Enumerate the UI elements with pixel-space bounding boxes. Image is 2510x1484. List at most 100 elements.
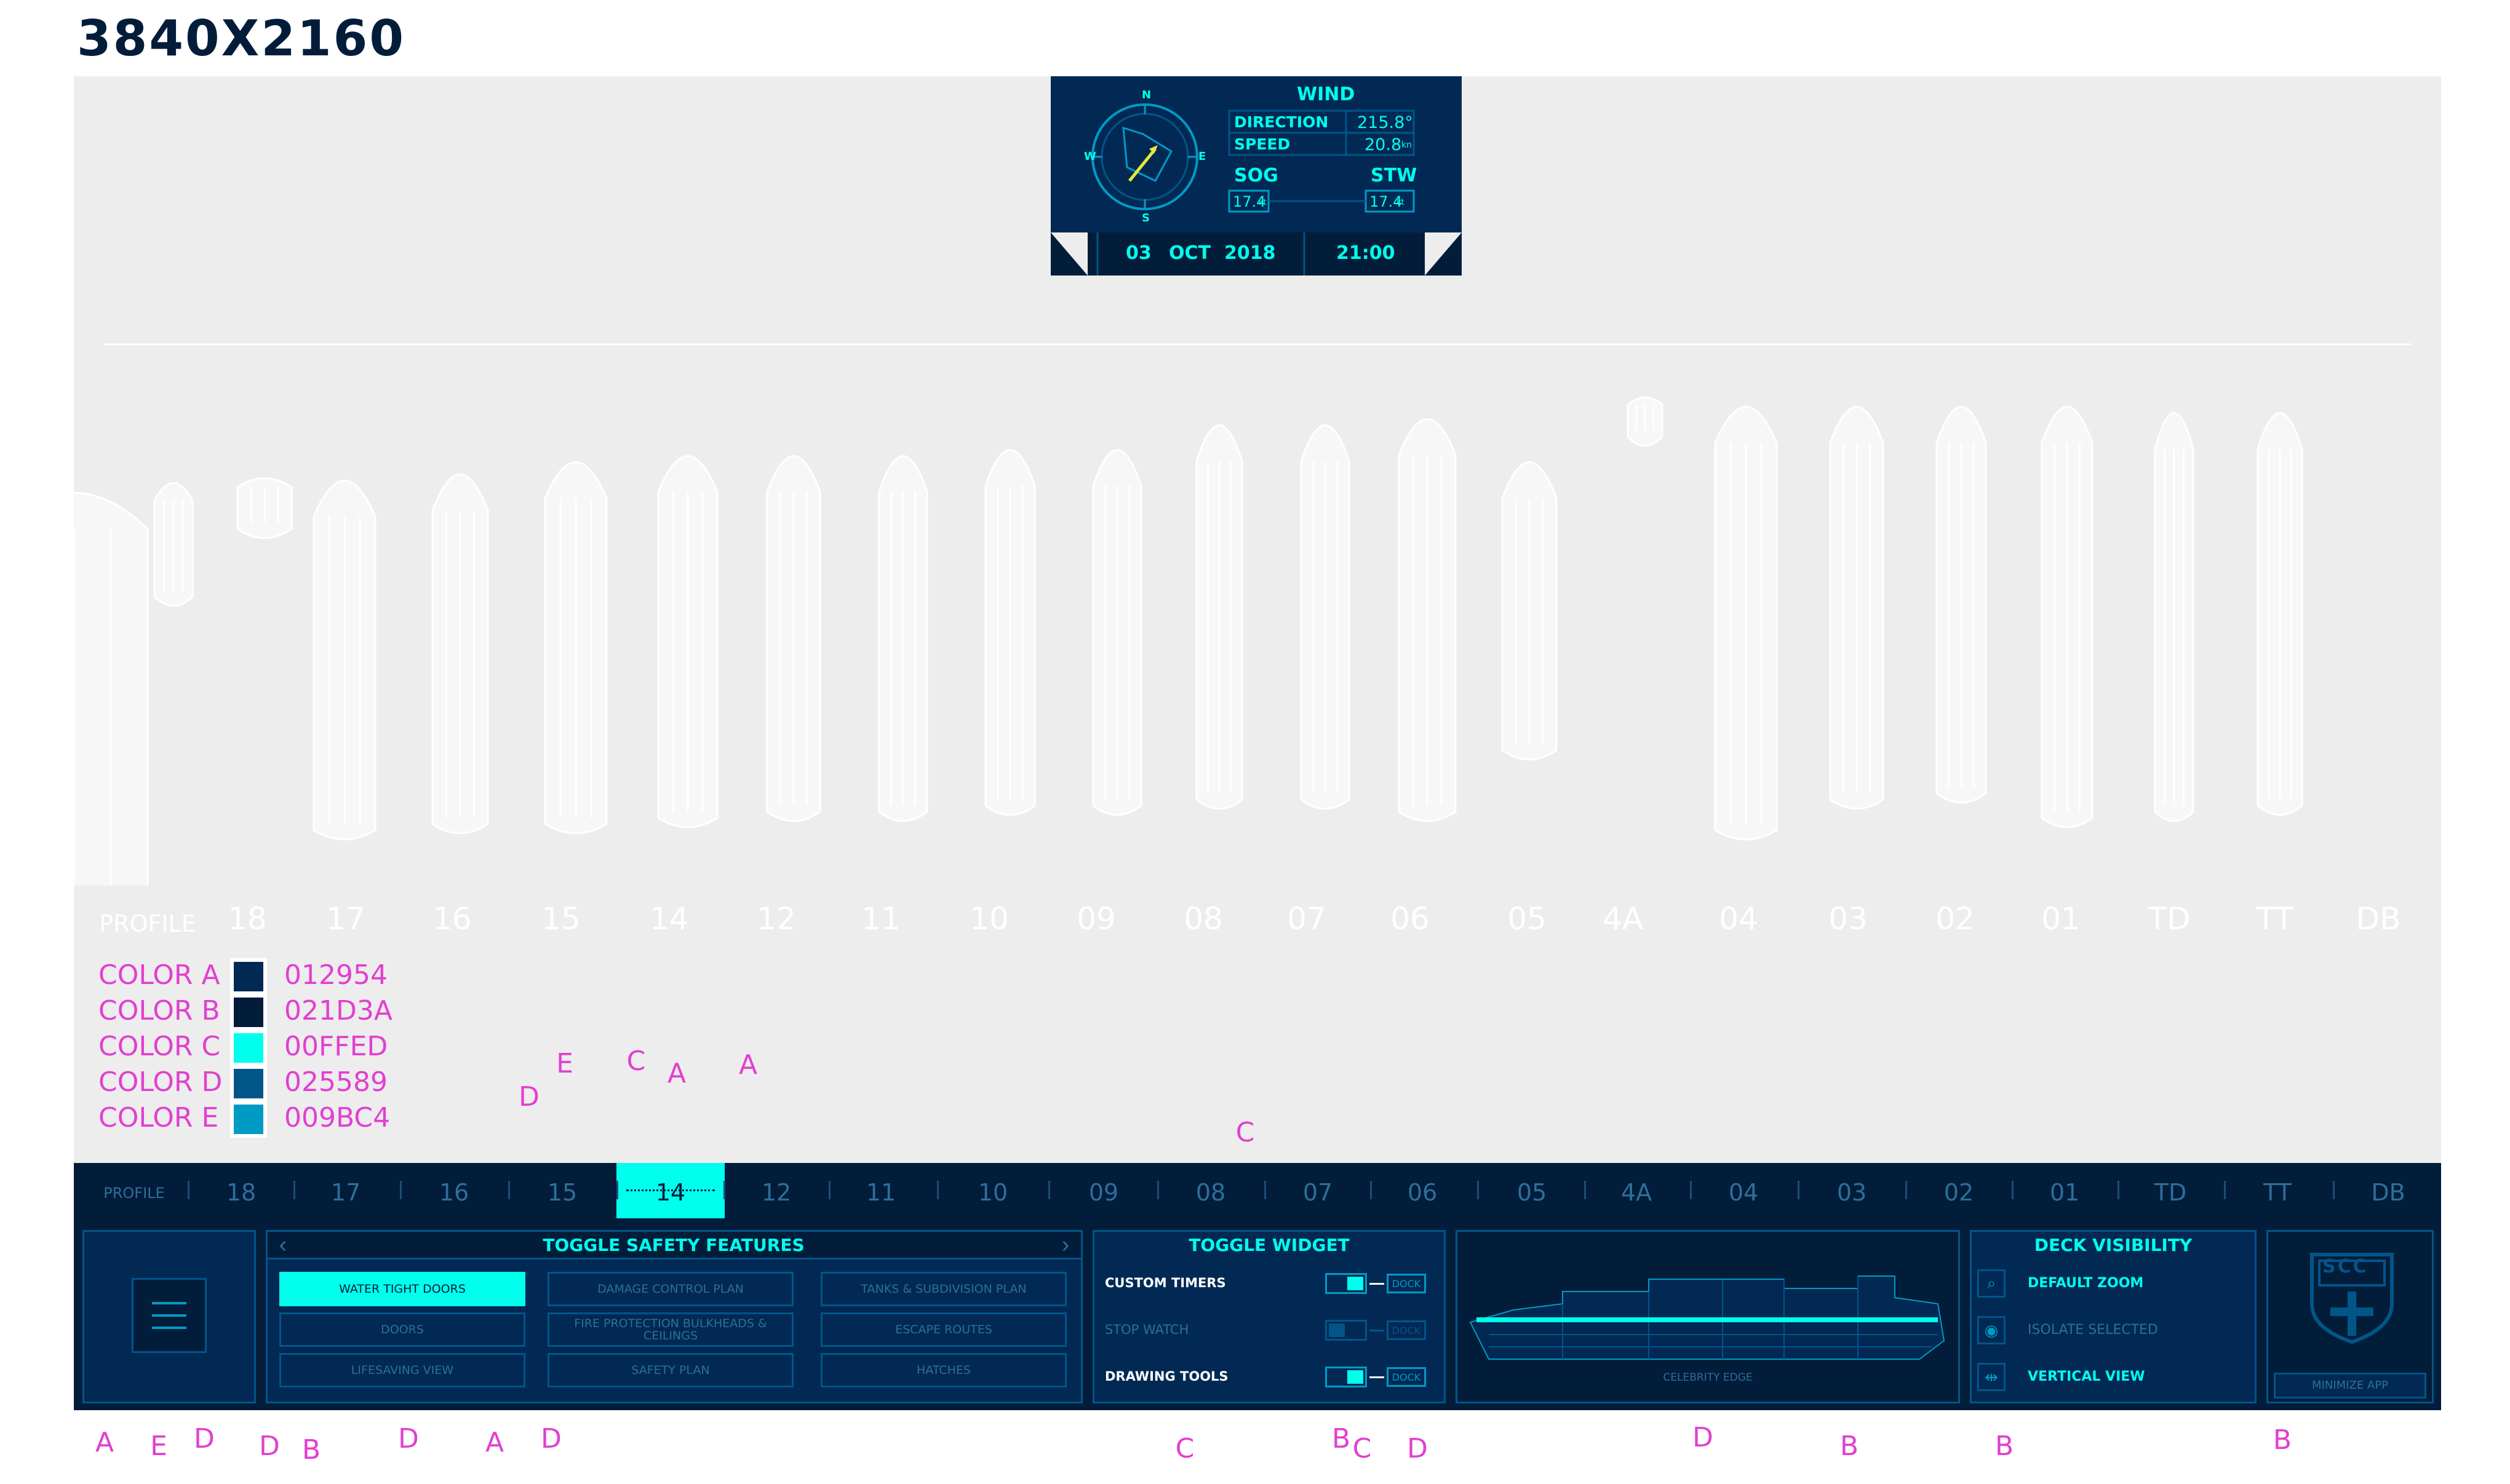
deck-label: 17 xyxy=(326,901,365,937)
tab-separator xyxy=(400,1181,402,1199)
tab-separator xyxy=(616,1181,618,1199)
annotation-letter: B xyxy=(2273,1424,2292,1456)
deck-label: 14 xyxy=(650,901,689,937)
deck-visibility-option[interactable]: VERTICAL VIEW xyxy=(2028,1369,2145,1384)
ship-profile-image xyxy=(1469,1276,1945,1360)
vertical-view-icon[interactable]: ⇹ xyxy=(1977,1363,2006,1391)
safety-toggle-button[interactable]: DAMAGE CONTROL PLAN xyxy=(548,1272,794,1306)
annotation-letter: D xyxy=(194,1423,215,1454)
legend-swatch xyxy=(230,1101,267,1138)
deck-label: 03 xyxy=(1828,901,1868,937)
deck-label: 06 xyxy=(1390,901,1430,937)
legend-swatch xyxy=(230,1030,267,1066)
safety-toggle-button[interactable]: SAFETY PLAN xyxy=(548,1353,794,1387)
deck-tab-14[interactable]: 14 xyxy=(656,1179,685,1206)
annotation-letter: D xyxy=(259,1430,280,1462)
legend-swatch xyxy=(230,958,267,995)
safety-toggle-button[interactable]: ESCAPE ROUTES xyxy=(821,1312,1067,1347)
deck-tab-01[interactable]: 01 xyxy=(2050,1179,2079,1206)
deck-tab-11[interactable]: 11 xyxy=(866,1179,896,1206)
compass-east: E xyxy=(1198,150,1206,163)
zoom-icon[interactable]: ⌕ xyxy=(1977,1269,2006,1298)
tab-separator xyxy=(1157,1181,1159,1199)
deck-tab-06[interactable]: 06 xyxy=(1408,1179,1437,1206)
stw-label: STW xyxy=(1371,165,1417,186)
deck-label: TD xyxy=(2148,901,2191,937)
deck-tab-05[interactable]: 05 xyxy=(1517,1179,1547,1206)
deck-tab-04[interactable]: 04 xyxy=(1729,1179,1758,1206)
wind-title: WIND xyxy=(1297,84,1355,105)
dock-button[interactable]: DOCK xyxy=(1387,1274,1426,1293)
stw-unit: kt xyxy=(1396,198,1404,207)
widget-label: DRAWING TOOLS xyxy=(1105,1369,1229,1384)
hamburger-icon-line-2 xyxy=(152,1314,186,1317)
deck-label: 18 xyxy=(228,901,267,937)
deck-visibility-option[interactable]: ISOLATE SELECTED xyxy=(2028,1322,2158,1338)
deck-visibility-title: DECK VISIBILITY xyxy=(2034,1235,2193,1255)
dock-button[interactable]: DOCK xyxy=(1387,1367,1426,1387)
deck-tab-03[interactable]: 03 xyxy=(1837,1179,1867,1206)
toggle-connector xyxy=(1369,1283,1384,1285)
deck-tab-TT[interactable]: TT xyxy=(2263,1179,2292,1206)
deck-tab-4A[interactable]: 4A xyxy=(1621,1179,1652,1206)
dock-button[interactable]: DOCK xyxy=(1387,1320,1426,1340)
deck-tab-07[interactable]: 07 xyxy=(1303,1179,1333,1206)
widget-toggle-switch[interactable] xyxy=(1325,1320,1367,1341)
deck-label: PROFILE xyxy=(99,910,196,937)
legend-hex: 012954 xyxy=(284,959,388,991)
legend-hex: 009BC4 xyxy=(284,1102,391,1133)
annotation-letter: C xyxy=(626,1046,646,1077)
deck-label: 02 xyxy=(1935,901,1975,937)
deck-tab-12[interactable]: 12 xyxy=(762,1179,791,1206)
legend-hex: 00FFED xyxy=(284,1031,388,1062)
clock-time: 21:00 xyxy=(1336,242,1395,264)
deck-tab-17[interactable]: 17 xyxy=(331,1179,361,1206)
annotation-letter: C xyxy=(1235,1117,1255,1148)
deck-tab-15[interactable]: 15 xyxy=(548,1179,577,1206)
tab-separator xyxy=(1798,1181,1799,1199)
annotation-letter: D xyxy=(398,1423,419,1454)
speed-value: 20.8 xyxy=(1365,135,1402,154)
chevron-left-icon[interactable]: ‹ xyxy=(271,1232,295,1257)
annotation-letter: D xyxy=(541,1423,562,1454)
minimize-app-label: MINIMIZE APP xyxy=(2312,1379,2388,1392)
safety-toggle-button[interactable]: WATER TIGHT DOORS xyxy=(279,1272,525,1306)
eye-icon[interactable]: ◉ xyxy=(1977,1316,2006,1344)
deck-tab-16[interactable]: 16 xyxy=(439,1179,469,1206)
speed-unit: kn xyxy=(1401,140,1412,150)
ship-caption: CELEBRITY EDGE xyxy=(1663,1371,1753,1384)
safety-toggle-button[interactable]: HATCHES xyxy=(821,1353,1067,1387)
annotation-letter: E xyxy=(556,1048,573,1079)
safety-toggle-button[interactable]: DOORS xyxy=(279,1312,525,1347)
tab-separator xyxy=(293,1181,295,1199)
legend-name: COLOR E xyxy=(98,1102,219,1133)
date-year: 2018 xyxy=(1224,242,1276,264)
toggle-knob xyxy=(1329,1323,1345,1337)
widget-toggle-switch[interactable] xyxy=(1325,1367,1367,1387)
widget-toggle-switch[interactable] xyxy=(1325,1273,1367,1294)
tab-separator xyxy=(1477,1181,1479,1199)
deck-tab-08[interactable]: 08 xyxy=(1196,1179,1225,1206)
deck-tab-09[interactable]: 09 xyxy=(1089,1179,1118,1206)
deck-tab-18[interactable]: 18 xyxy=(226,1179,256,1206)
date-day: 03 xyxy=(1126,242,1152,264)
annotation-letter: B xyxy=(1994,1430,2014,1462)
deck-label: 10 xyxy=(970,901,1009,937)
deck-tab-DB[interactable]: DB xyxy=(2371,1179,2405,1206)
annotation-letter: D xyxy=(1407,1433,1428,1464)
deck-visibility-option[interactable]: DEFAULT ZOOM xyxy=(2028,1276,2143,1291)
legend-swatch xyxy=(230,994,267,1031)
annotation-letter: E xyxy=(150,1430,167,1462)
deck-label: 07 xyxy=(1287,901,1326,937)
safety-toggle-button[interactable]: FIRE PROTECTION BULKHEADS & CEILINGS xyxy=(548,1312,794,1347)
safety-toggle-button[interactable]: TANKS & SUBDIVISION PLAN xyxy=(821,1272,1067,1306)
deck-tab-TD[interactable]: TD xyxy=(2154,1179,2186,1206)
annotation-letter: D xyxy=(519,1081,540,1113)
safety-toggle-button[interactable]: LIFESAVING VIEW xyxy=(279,1353,525,1387)
deck-tab-02[interactable]: 02 xyxy=(1944,1179,1974,1206)
menu-button[interactable] xyxy=(132,1278,207,1353)
chevron-right-icon[interactable]: › xyxy=(1053,1232,1078,1257)
deck-tab-PROFILE[interactable]: PROFILE xyxy=(103,1184,164,1202)
deck-label: TT xyxy=(2256,901,2294,937)
deck-tab-10[interactable]: 10 xyxy=(978,1179,1008,1206)
